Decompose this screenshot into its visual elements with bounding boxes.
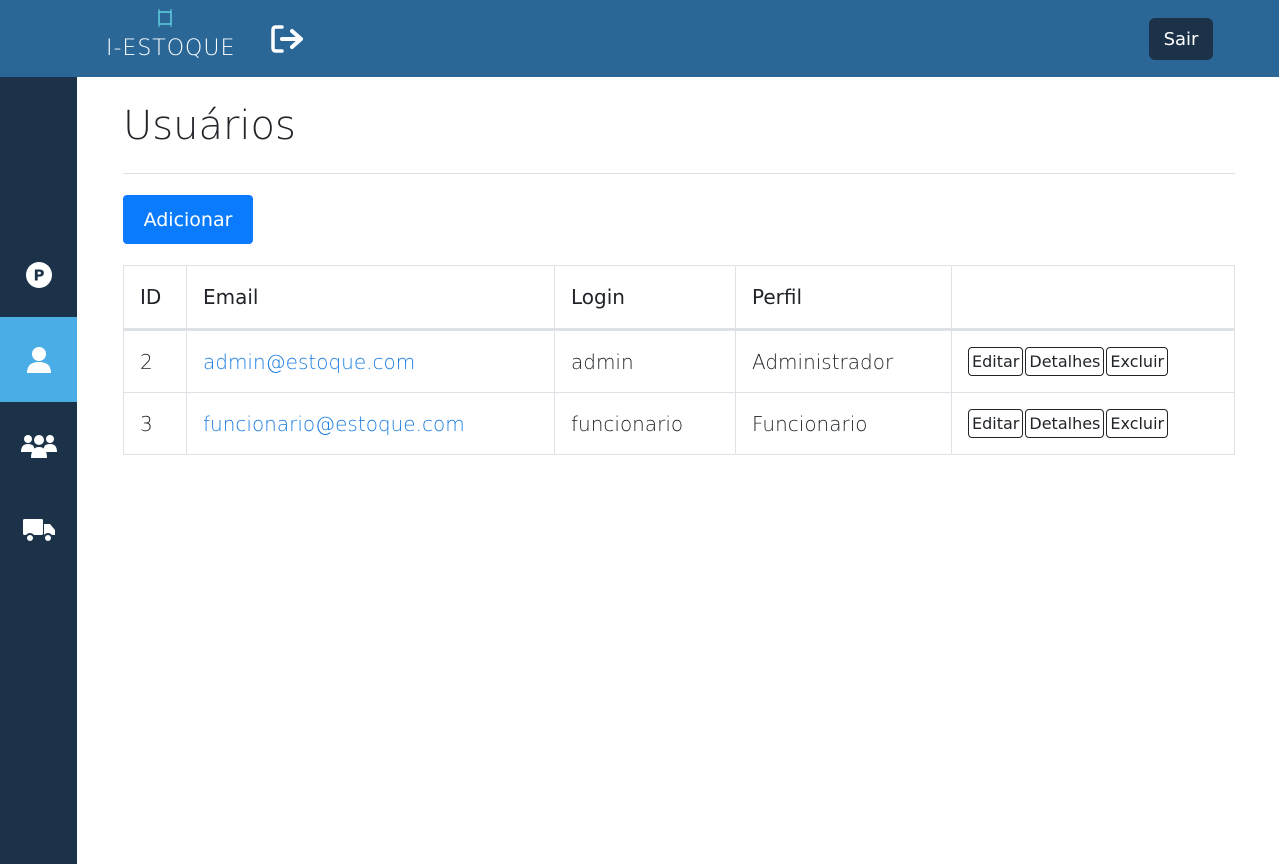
delete-button[interactable]: Excluir [1106,409,1169,438]
top-navbar: I-ESTOQUE Sair [0,0,1279,77]
cell-email: funcionario@estoque.com [186,392,555,455]
cell-perfil: Administrador [735,329,952,393]
delete-button[interactable]: Excluir [1106,347,1169,376]
cell-perfil: Funcionario [735,392,952,455]
edit-button[interactable]: Editar [968,347,1024,376]
sair-button[interactable]: Sair [1149,18,1213,60]
page-title: Usuários [123,103,296,149]
details-button[interactable]: Detalhes [1025,409,1105,438]
edit-button[interactable]: Editar [968,409,1024,438]
table-row: 2 admin@estoque.com admin Administrador … [123,329,1235,393]
sidebar: P [0,77,77,864]
logo-text: I-ESTOQUE [106,36,236,61]
cell-email: admin@estoque.com [186,329,555,393]
cell-actions: Editar Detalhes Excluir [951,329,1235,393]
title-divider [123,173,1235,174]
column-header-actions [951,265,1235,330]
sidebar-item-clientes[interactable] [0,402,77,487]
email-link[interactable]: funcionario@estoque.com [203,412,465,436]
sign-out-icon[interactable] [270,23,306,55]
details-button[interactable]: Detalhes [1025,347,1105,376]
logo-square-icon [158,9,172,27]
sidebar-item-produtos[interactable]: P [0,232,77,317]
users-group-icon [20,434,57,458]
column-header-email: Email [186,265,555,330]
app-logo[interactable]: I-ESTOQUE [104,6,234,66]
column-header-id: ID [123,265,187,330]
product-p-icon: P [25,261,52,288]
truck-icon [22,518,55,543]
cell-id: 3 [123,392,187,455]
users-table: ID Email Login Perfil 2 admin@estoque.co… [123,265,1235,455]
table-header-row: ID Email Login Perfil [123,265,1235,330]
cell-login: admin [554,329,736,393]
add-user-button[interactable]: Adicionar [123,195,253,244]
cell-id: 2 [123,329,187,393]
email-link[interactable]: admin@estoque.com [203,350,415,374]
cell-login: funcionario [554,392,736,455]
user-icon [26,346,51,373]
svg-text:P: P [33,266,44,284]
column-header-login: Login [554,265,736,330]
sidebar-item-usuarios[interactable] [0,317,77,402]
sidebar-item-fornecedores[interactable] [0,487,77,572]
table-row: 3 funcionario@estoque.com funcionario Fu… [123,392,1235,455]
column-header-perfil: Perfil [735,265,952,330]
cell-actions: Editar Detalhes Excluir [951,392,1235,455]
